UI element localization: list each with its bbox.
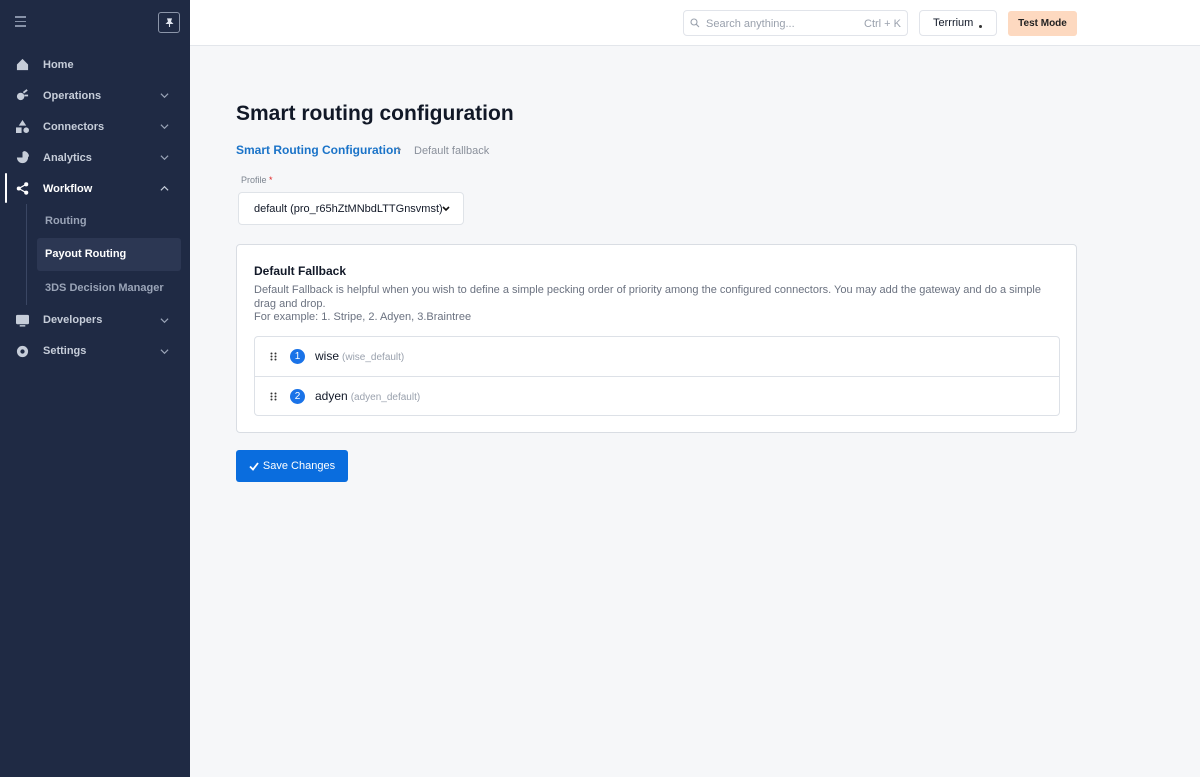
breadcrumb-current: Default fallback (414, 145, 490, 157)
save-changes-label: Save Changes (262, 460, 336, 472)
sidebar-subitem-label: Routing (45, 214, 87, 227)
merchant-switcher[interactable]: Terrrium (919, 10, 997, 36)
connector-row[interactable]: 2 adyen (adyen_default) (255, 376, 1059, 415)
pin-sidebar-button[interactable] (158, 12, 180, 33)
connector-name: adyen (315, 389, 348, 403)
connector-name-wrap: wise (wise_default) (315, 349, 404, 363)
sidebar-item-developers[interactable]: Developers (0, 305, 190, 336)
home-icon (16, 58, 29, 71)
sidebar: Home Operations Connectors Analytics Wor… (0, 0, 190, 777)
menu-icon[interactable] (15, 16, 26, 27)
sidebar-nav: Home Operations Connectors Analytics Wor… (0, 49, 190, 367)
required-mark: * (269, 175, 273, 185)
profile-label: Profile * (241, 175, 273, 185)
drag-handle-icon[interactable] (270, 392, 277, 401)
gear-icon (16, 345, 29, 357)
connector-priority-list: 1 wise (wise_default) 2 adyen (adyen_defau… (254, 336, 1060, 416)
connectors-icon (16, 120, 29, 133)
profile-value: default (pro_r65hZtMNbdLTTGnsvmst) (254, 202, 443, 215)
priority-number: 1 (290, 349, 305, 364)
connector-label: (wise_default) (342, 352, 405, 363)
top-bar: Search anything... Ctrl + K Terrrium Tes… (190, 0, 1200, 46)
connector-label: (adyen_default) (350, 392, 421, 403)
chevron-down-icon (160, 93, 169, 99)
connector-row[interactable]: 1 wise (wise_default) (255, 337, 1059, 376)
sidebar-item-workflow[interactable]: Workflow (0, 173, 190, 204)
search-shortcut: Ctrl + K (864, 18, 901, 30)
sidebar-item-label: Operations (43, 89, 102, 102)
sidebar-item-settings[interactable]: Settings (0, 336, 190, 367)
chevron-down-icon (160, 317, 169, 323)
sidebar-subitem-label: Payout Routing (45, 248, 127, 261)
search-input[interactable]: Search anything... Ctrl + K (683, 10, 908, 36)
profile-label-text: Profile (241, 175, 267, 185)
sidebar-item-label: Settings (43, 345, 87, 357)
chevron-down-icon (160, 348, 169, 354)
sidebar-item-analytics[interactable]: Analytics (0, 142, 190, 173)
test-mode-badge[interactable]: Test Mode (1008, 11, 1077, 36)
drag-handle-icon[interactable] (270, 352, 277, 361)
caret-down-icon (442, 206, 450, 212)
profile-select[interactable]: default (pro_r65hZtMNbdLTTGnsvmst) (238, 192, 464, 225)
card-title: Default Fallback (254, 264, 347, 278)
chevron-down-icon (160, 155, 169, 161)
sidebar-item-label: Developers (43, 314, 103, 326)
priority-number: 2 (290, 389, 305, 404)
monitor-icon (16, 314, 29, 327)
test-mode-label: Test Mode (1018, 18, 1067, 29)
search-placeholder: Search anything... (706, 18, 795, 30)
operations-icon (16, 89, 29, 101)
dropdown-dot-icon (979, 25, 982, 28)
search-icon (690, 18, 700, 28)
sidebar-subitem-routing[interactable]: Routing (0, 204, 190, 238)
sidebar-item-operations[interactable]: Operations (0, 80, 190, 111)
share-icon (16, 182, 29, 195)
save-changes-button[interactable]: Save Changes (236, 450, 348, 482)
card-example: For example: 1. Stripe, 2. Adyen, 3.Brai… (254, 311, 472, 323)
sidebar-subitem-label: 3DS Decision Manager (45, 281, 164, 294)
chevron-right-icon (397, 146, 402, 153)
sidebar-item-label: Analytics (43, 151, 92, 164)
pie-chart-icon (16, 151, 29, 164)
sidebar-item-home[interactable]: Home (0, 49, 190, 80)
sidebar-item-label: Connectors (43, 120, 105, 133)
connector-name: wise (315, 349, 340, 363)
page-title: Smart routing configuration (236, 102, 514, 125)
card-description: Default Fallback is helpful when you wis… (254, 284, 1041, 310)
chevron-up-icon (160, 185, 169, 191)
sidebar-item-connectors[interactable]: Connectors (0, 111, 190, 142)
sidebar-subitem-payout-routing[interactable]: Payout Routing (37, 237, 181, 271)
merchant-name: Terrrium (933, 17, 974, 29)
sidebar-item-label: Home (43, 58, 74, 71)
pin-icon (164, 18, 174, 27)
check-icon (249, 461, 259, 471)
sidebar-subitem-3ds-decision-manager[interactable]: 3DS Decision Manager (0, 271, 190, 305)
default-fallback-card: Default Fallback Default Fallback is hel… (236, 244, 1077, 433)
workflow-submenu: Routing Payout Routing 3DS Decision Mana… (0, 204, 190, 305)
connector-name-wrap: adyen (adyen_default) (315, 389, 420, 403)
breadcrumb-link[interactable]: Smart Routing Configuration (236, 143, 401, 157)
sidebar-item-label: Workflow (43, 182, 93, 195)
sidebar-header (0, 0, 190, 46)
chevron-down-icon (160, 124, 169, 130)
